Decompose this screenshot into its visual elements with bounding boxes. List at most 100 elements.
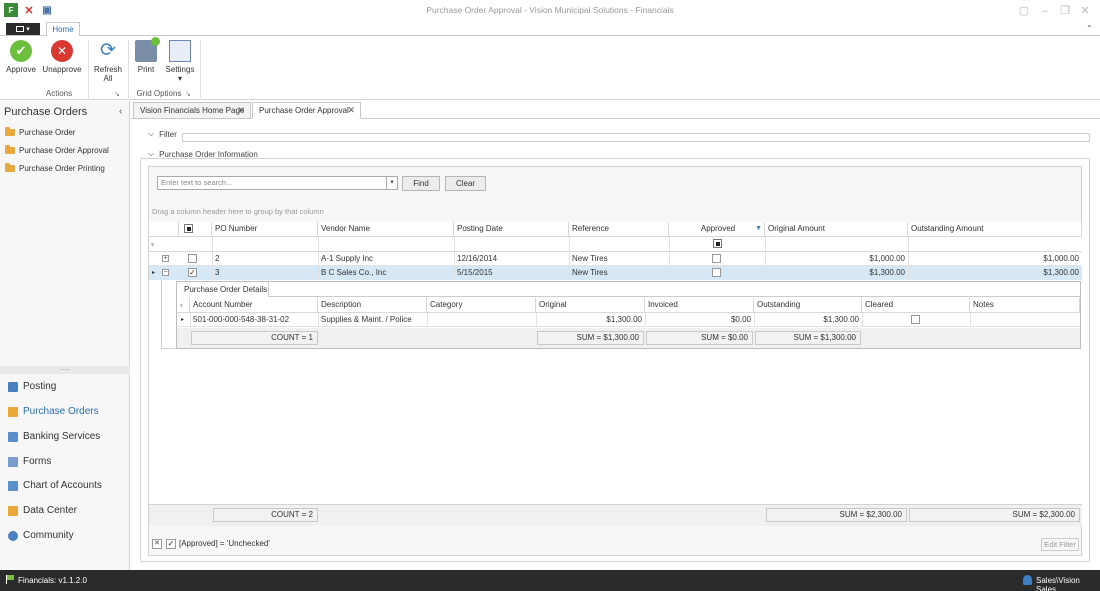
cell-description: Supplies & Maint. / Police bbox=[321, 315, 412, 324]
nav-banking-services[interactable]: Banking Services bbox=[8, 431, 100, 442]
detail-filter-icon[interactable]: ᵩ bbox=[177, 298, 190, 313]
posting-icon bbox=[8, 381, 18, 392]
col-invoiced[interactable]: Invoiced bbox=[645, 298, 754, 313]
detail-sum-outstanding: SUM = $1,300.00 bbox=[755, 331, 861, 345]
restore-icon[interactable]: ❐ bbox=[1058, 4, 1072, 18]
detail-count: COUNT = 1 bbox=[191, 331, 318, 345]
approve-button[interactable]: ✔ Approve bbox=[4, 40, 38, 74]
nav-splitter[interactable]: ..... bbox=[0, 365, 130, 374]
dialog-launcher-icon[interactable]: ↘ bbox=[185, 90, 191, 98]
grid-line bbox=[454, 237, 455, 251]
cell-original: $1,300.00 bbox=[606, 315, 642, 324]
tab-home-page[interactable]: Vision Financials Home Page ✕ bbox=[133, 102, 251, 119]
grid-line bbox=[970, 313, 971, 327]
col-original-amount[interactable]: Original Amount bbox=[765, 222, 908, 237]
col-description[interactable]: Description bbox=[318, 298, 427, 313]
help-icon[interactable]: ▢ bbox=[1017, 4, 1031, 18]
sidebar-item-purchase-order[interactable]: Purchase Order bbox=[5, 127, 75, 137]
print-label: Print bbox=[137, 65, 155, 74]
expand-row-icon[interactable]: + bbox=[162, 255, 169, 262]
close-tab-icon[interactable]: ✕ bbox=[347, 103, 355, 118]
sidebar-item-label: Purchase Order Printing bbox=[19, 164, 105, 173]
globe-icon bbox=[8, 530, 18, 541]
col-notes[interactable]: Notes bbox=[970, 298, 1080, 313]
chevron-down-icon: ⌵ bbox=[148, 129, 155, 138]
grid-line bbox=[427, 313, 428, 327]
col-outstanding[interactable]: Outstanding bbox=[754, 298, 862, 313]
detail-sum-invoiced: SUM = $0.00 bbox=[646, 331, 753, 345]
col-po-number[interactable]: PO Number bbox=[212, 222, 318, 237]
close-window-icon[interactable]: ✕ bbox=[1078, 4, 1092, 18]
settings-label: Settings bbox=[165, 65, 195, 74]
find-button[interactable]: Find bbox=[402, 176, 440, 191]
collapse-sidebar-icon[interactable]: ‹ bbox=[119, 106, 122, 117]
group-separator bbox=[128, 40, 129, 98]
collapse-ribbon-icon[interactable]: ⌃ bbox=[1086, 24, 1093, 33]
grid-line bbox=[669, 237, 670, 251]
col-original[interactable]: Original bbox=[536, 298, 645, 313]
app-menu-button[interactable]: ▾ bbox=[6, 23, 40, 35]
tab-purchase-order-details[interactable]: Purchase Order Details bbox=[177, 282, 269, 297]
grid-count: COUNT = 2 bbox=[213, 508, 318, 522]
unapprove-label: Unapprove bbox=[42, 65, 82, 74]
minimize-icon[interactable]: – bbox=[1038, 4, 1052, 18]
refresh-all-button[interactable]: ⟳ Refresh All bbox=[92, 40, 124, 83]
group-grid-label: Grid Options bbox=[136, 89, 182, 98]
clear-filter-icon[interactable]: ✕ bbox=[152, 539, 162, 549]
settings-button[interactable]: Settings ▾ bbox=[164, 40, 196, 83]
col-cleared[interactable]: Cleared bbox=[862, 298, 970, 313]
col-category[interactable]: Category bbox=[427, 298, 536, 313]
row-select-checkbox-checked[interactable]: ✓ bbox=[188, 268, 197, 277]
approved-checkbox[interactable] bbox=[712, 254, 721, 263]
col-vendor-name[interactable]: Vendor Name bbox=[318, 222, 454, 237]
filter-active-icon[interactable]: ▼ bbox=[755, 222, 762, 236]
col-account-number[interactable]: Account Number bbox=[190, 298, 318, 313]
cell-reference: New Tires bbox=[572, 254, 608, 263]
tab-home[interactable]: Home bbox=[46, 22, 80, 37]
grid-line bbox=[669, 252, 670, 280]
row-select-checkbox[interactable] bbox=[188, 254, 197, 263]
folder-icon bbox=[5, 145, 15, 154]
refresh-label: Refresh bbox=[93, 65, 122, 74]
nav-data-center[interactable]: Data Center bbox=[8, 505, 77, 516]
approved-filter-checkbox[interactable] bbox=[713, 239, 722, 248]
cleared-checkbox[interactable] bbox=[911, 315, 920, 324]
search-input[interactable]: Enter text to search... bbox=[157, 176, 398, 190]
nav-label: Forms bbox=[23, 456, 52, 467]
grid-line bbox=[645, 313, 646, 327]
user-icon bbox=[1023, 575, 1032, 585]
nav-chart-of-accounts[interactable]: Chart of Accounts bbox=[8, 480, 102, 491]
grid-line bbox=[318, 252, 319, 280]
col-reference[interactable]: Reference bbox=[569, 222, 669, 237]
cancel-icon: ✕ bbox=[51, 40, 73, 62]
status-bar bbox=[0, 570, 1100, 591]
accounts-icon bbox=[8, 480, 18, 491]
enable-filter-checkbox[interactable]: ✓ bbox=[166, 539, 176, 549]
dialog-launcher-icon[interactable]: ↘ bbox=[114, 90, 120, 98]
grid-line bbox=[318, 313, 319, 327]
col-outstanding-amount[interactable]: Outstanding Amount bbox=[908, 222, 1082, 237]
forms-icon bbox=[8, 456, 18, 467]
grid-sum-original: SUM = $2,300.00 bbox=[766, 508, 907, 522]
edit-filter-button[interactable]: Edit Filter bbox=[1041, 538, 1079, 551]
search-dropdown-icon[interactable]: ▾ bbox=[386, 176, 398, 190]
nav-purchase-orders[interactable]: Purchase Orders bbox=[8, 406, 99, 417]
select-all-header[interactable] bbox=[179, 222, 212, 237]
approve-label: Approve bbox=[6, 65, 36, 74]
col-posting-date[interactable]: Posting Date bbox=[454, 222, 569, 237]
sidebar-item-purchase-order-approval[interactable]: Purchase Order Approval bbox=[5, 145, 109, 155]
nav-posting[interactable]: Posting bbox=[8, 381, 56, 392]
print-button[interactable]: Print bbox=[132, 37, 160, 74]
collapse-row-icon[interactable]: − bbox=[162, 269, 169, 276]
select-all-checkbox[interactable] bbox=[184, 224, 193, 233]
approved-checkbox[interactable] bbox=[712, 268, 721, 277]
filter-group-header[interactable]: ⌵ Filter bbox=[148, 129, 177, 139]
nav-community[interactable]: Community bbox=[8, 530, 74, 541]
close-tab-icon[interactable]: ✕ bbox=[237, 103, 245, 118]
col-approved[interactable]: Approved ▼ bbox=[669, 222, 765, 237]
tab-purchase-order-approval[interactable]: Purchase Order Approval ✕ bbox=[252, 102, 361, 119]
unapprove-button[interactable]: ✕ Unapprove bbox=[42, 40, 82, 74]
sidebar-item-purchase-order-printing[interactable]: Purchase Order Printing bbox=[5, 163, 105, 173]
nav-forms[interactable]: Forms bbox=[8, 456, 51, 467]
clear-button[interactable]: Clear bbox=[445, 176, 486, 191]
